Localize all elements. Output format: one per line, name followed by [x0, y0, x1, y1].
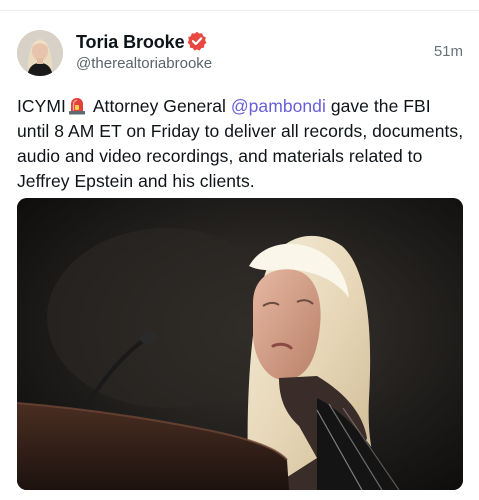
post-text-prefix: ICYMI — [17, 96, 66, 116]
post-timestamp[interactable]: 51m — [434, 43, 463, 60]
post-text: ICYMI Attorney General @pambondi gave th… — [17, 94, 467, 194]
post-card: Toria Brooke @therealtoriabrooke 51m ICY… — [0, 0, 479, 500]
verified-badge-icon — [187, 31, 207, 51]
post-photo[interactable] — [17, 198, 463, 490]
author-name[interactable]: Toria Brooke — [76, 32, 185, 53]
avatar-image — [17, 30, 63, 76]
mention-link[interactable]: @pambondi — [231, 96, 326, 116]
author-handle[interactable]: @therealtoriabrooke — [76, 55, 212, 72]
avatar[interactable] — [17, 30, 63, 76]
post-text-part-1: Attorney General — [88, 96, 231, 116]
siren-icon — [68, 98, 85, 115]
photo-icon — [17, 198, 463, 490]
